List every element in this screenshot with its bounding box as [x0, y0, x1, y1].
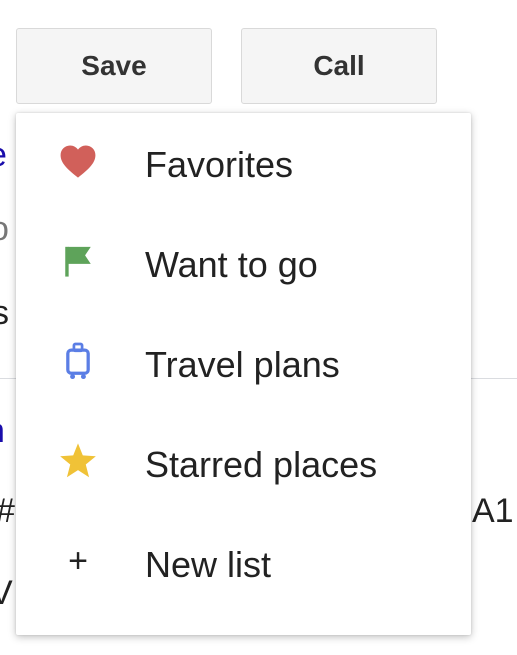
background-text-fragment: V — [0, 574, 13, 612]
menu-item-new-list[interactable]: + New list — [16, 515, 471, 615]
background-link-fragment: e — [0, 138, 7, 172]
background-text-fragment: A1 — [472, 492, 514, 530]
menu-item-label: Favorites — [145, 144, 294, 185]
menu-item-favorites[interactable]: Favorites — [16, 115, 471, 215]
call-button[interactable]: Call — [241, 28, 437, 104]
menu-item-travel-plans[interactable]: Travel plans — [16, 315, 471, 415]
flag-icon — [58, 241, 98, 281]
menu-item-label: New list — [145, 544, 272, 585]
background-text-fragment: s — [0, 294, 9, 332]
background-text-fragment: o — [0, 212, 9, 246]
save-button[interactable]: Save — [16, 28, 212, 104]
menu-item-want-to-go[interactable]: Want to go — [16, 215, 471, 315]
plus-icon: + — [68, 542, 88, 580]
heart-icon — [58, 141, 98, 181]
menu-item-label: Starred places — [145, 444, 378, 485]
background-link-fragment: n — [0, 414, 5, 448]
menu-item-label: Travel plans — [145, 344, 340, 385]
menu-item-label: Want to go — [145, 244, 318, 285]
background-text-fragment: # — [0, 494, 15, 528]
save-to-list-menu: Favorites Want to go Travel plans Starre… — [16, 113, 471, 635]
star-icon — [58, 441, 98, 481]
save-to-list-screen: e o s n # A1 V Save Call Favorites Want … — [0, 0, 517, 655]
menu-item-starred-places[interactable]: Starred places — [16, 415, 471, 515]
suitcase-icon — [58, 341, 98, 381]
